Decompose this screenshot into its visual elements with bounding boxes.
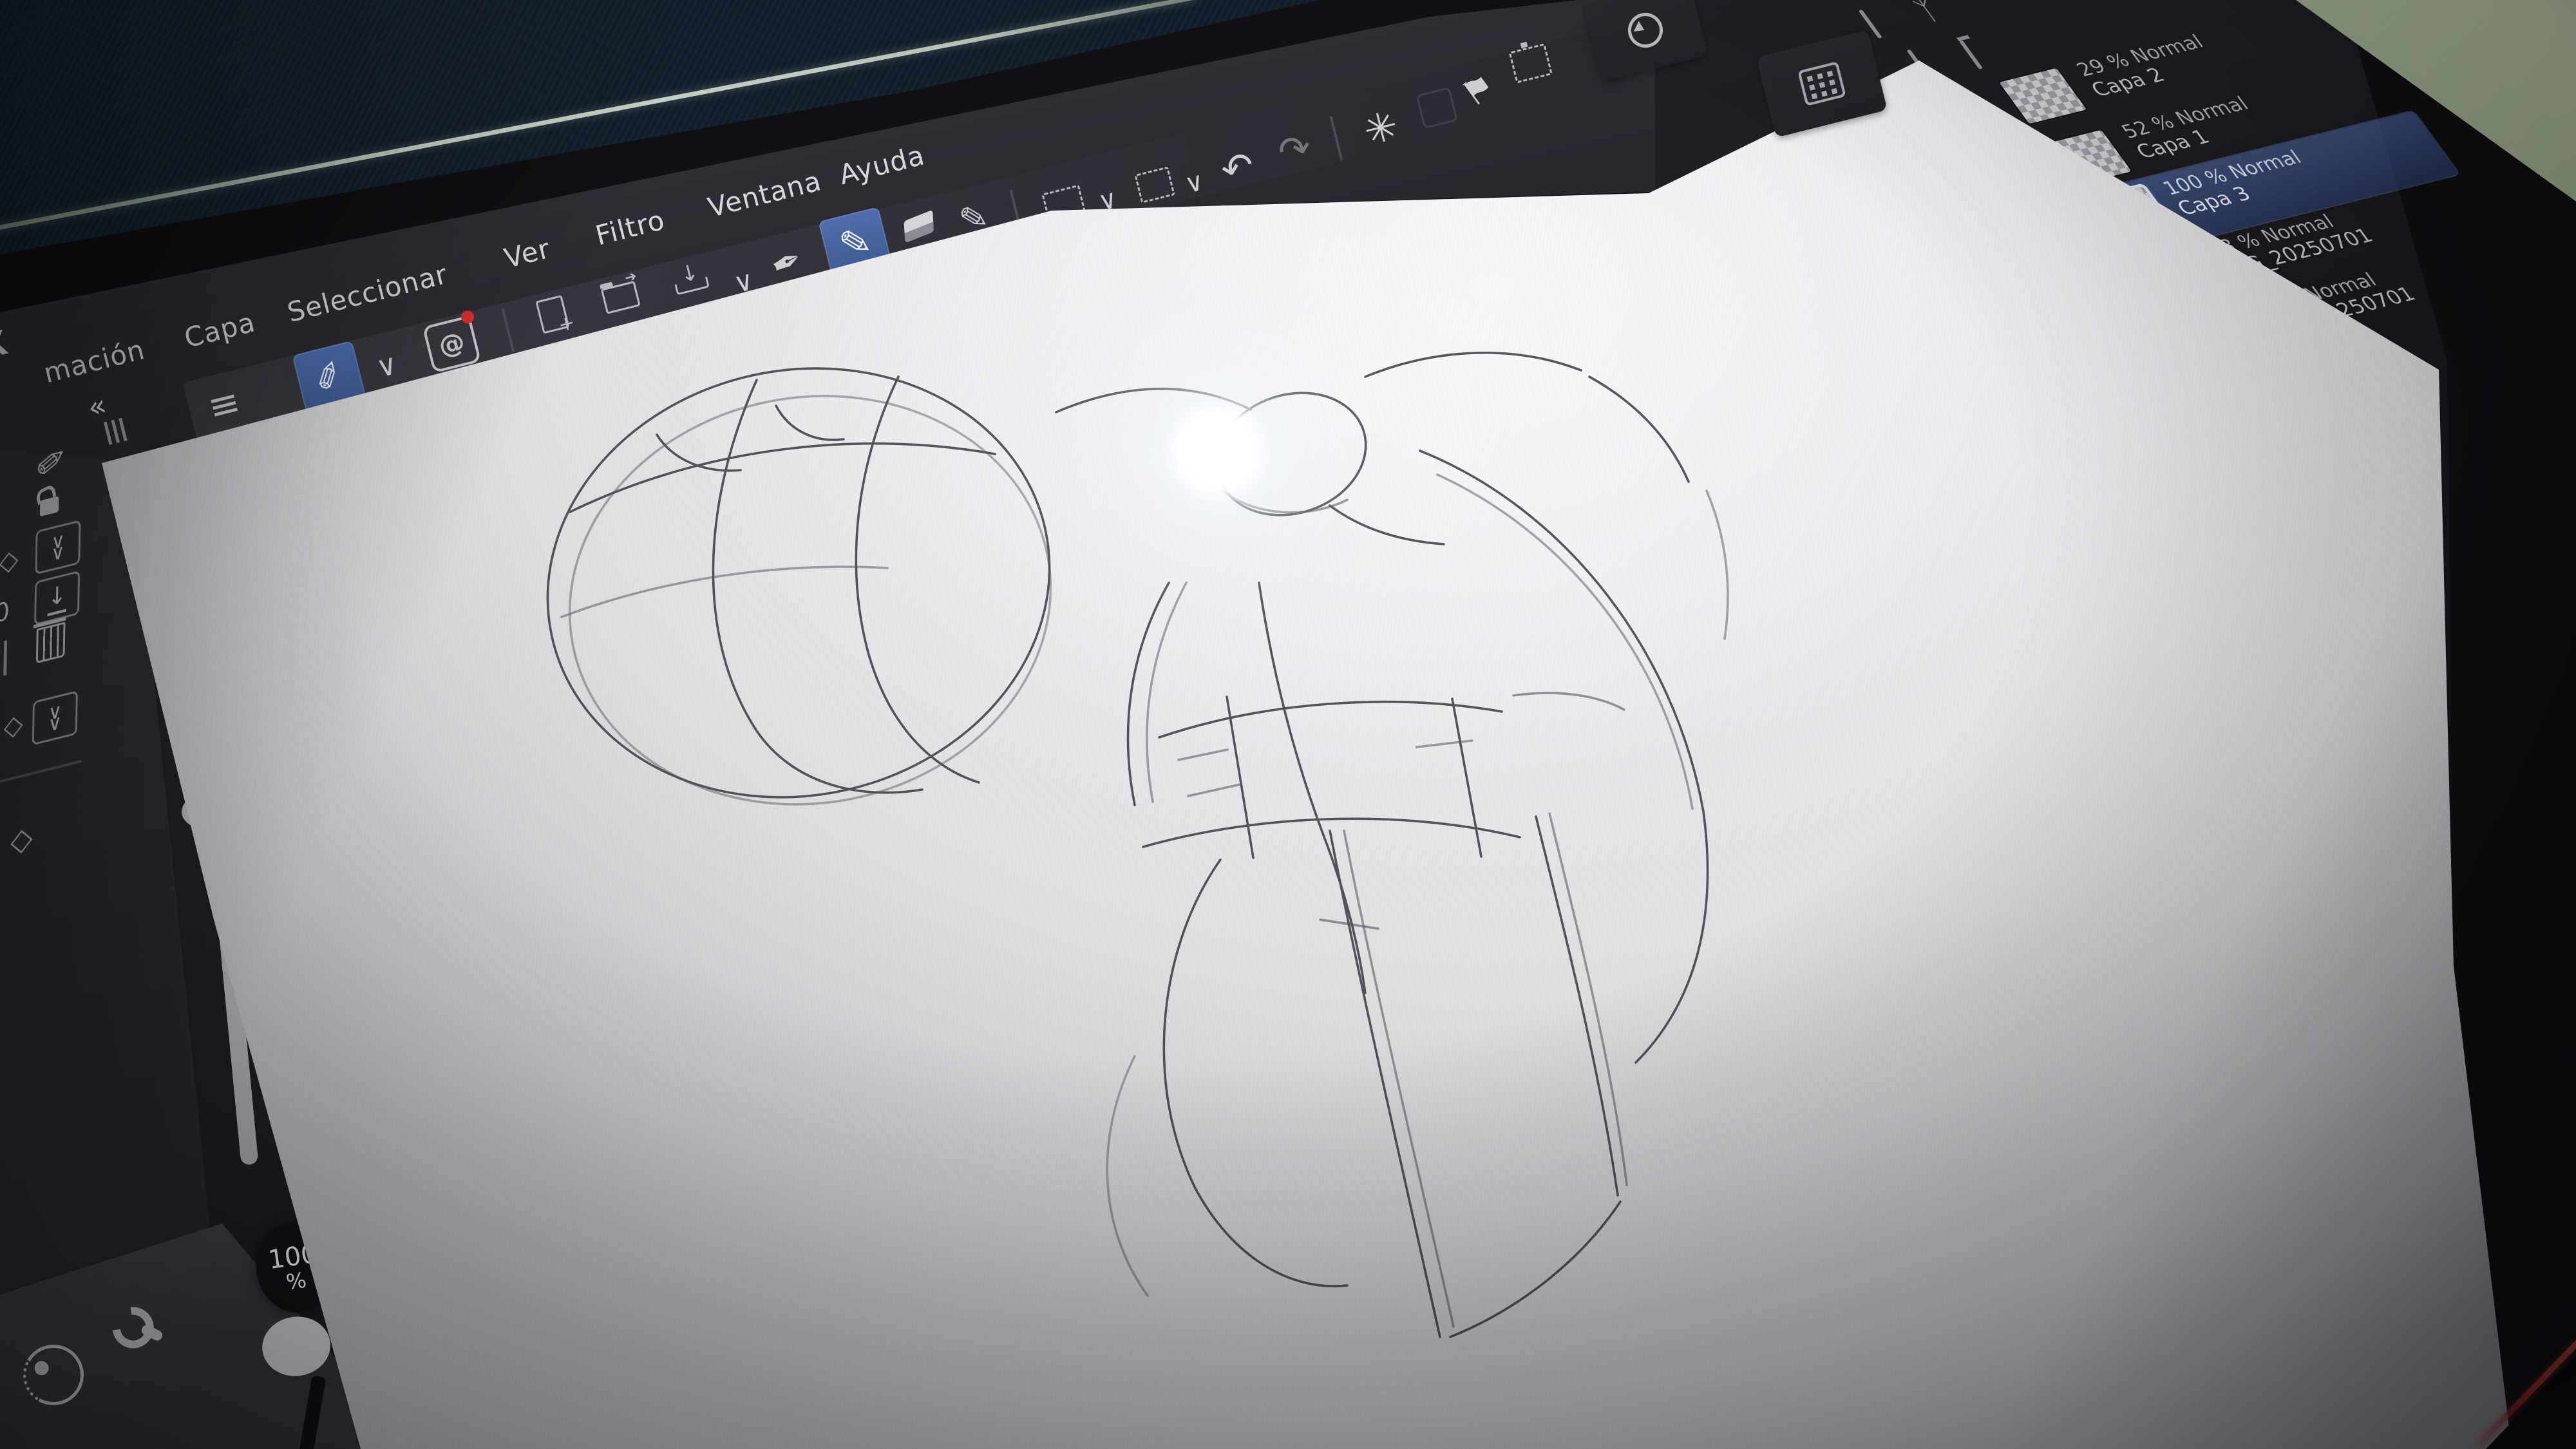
effects-icon[interactable]: ∷: [2005, 0, 2046, 3]
menu-ventana[interactable]: Ventana: [705, 165, 824, 223]
menu-capa[interactable]: Capa: [181, 306, 258, 354]
drag-handle-icon[interactable]: [104, 418, 128, 445]
menu-filtro[interactable]: Filtro: [592, 204, 668, 252]
download-button[interactable]: ↓: [34, 571, 80, 626]
lock-open-icon[interactable]: [40, 486, 59, 517]
magnifier-icon: [1624, 9, 1666, 51]
close-icon[interactable]: X: [0, 323, 12, 367]
collapse-panel-icon[interactable]: «: [84, 387, 110, 425]
diamond-icon[interactable]: ◇: [0, 543, 19, 578]
divider: [3, 640, 7, 676]
apply-all-layers-button[interactable]: ∨∨: [35, 520, 80, 575]
menu-ayuda[interactable]: Ayuda: [836, 139, 928, 191]
grid-keyboard-icon: [1797, 61, 1846, 106]
tool-value: 0: [0, 596, 10, 629]
diamond-icon[interactable]: ◇: [3, 708, 23, 743]
trash-icon[interactable]: [36, 621, 66, 663]
light-glare-reflection: [1011, 245, 1423, 657]
photo-of-tablet-scene: X mación Capa Seleccionar Ver Filtro Ven…: [0, 0, 2576, 1449]
opacity-slider-track[interactable]: [298, 1376, 327, 1449]
menu-ver[interactable]: Ver: [501, 232, 553, 274]
diamond-icon[interactable]: ◇: [10, 819, 33, 860]
menu-seleccionar[interactable]: Seleccionar: [284, 258, 450, 328]
opacity-slider-knob[interactable]: [258, 1312, 334, 1381]
layer-thumbnail[interactable]: [1999, 68, 2087, 124]
transform-icon[interactable]: ᛉ: [1909, 0, 1946, 27]
folder-lock-icon[interactable]: [1960, 42, 1982, 68]
settings-wrench-icon[interactable]: [104, 1297, 173, 1366]
menu-animacion[interactable]: mación: [41, 334, 148, 389]
lasso-pen-icon: ✐: [307, 352, 352, 402]
pencil-icon[interactable]: ✏: [29, 435, 74, 490]
opacity-unit: %: [285, 1269, 308, 1294]
